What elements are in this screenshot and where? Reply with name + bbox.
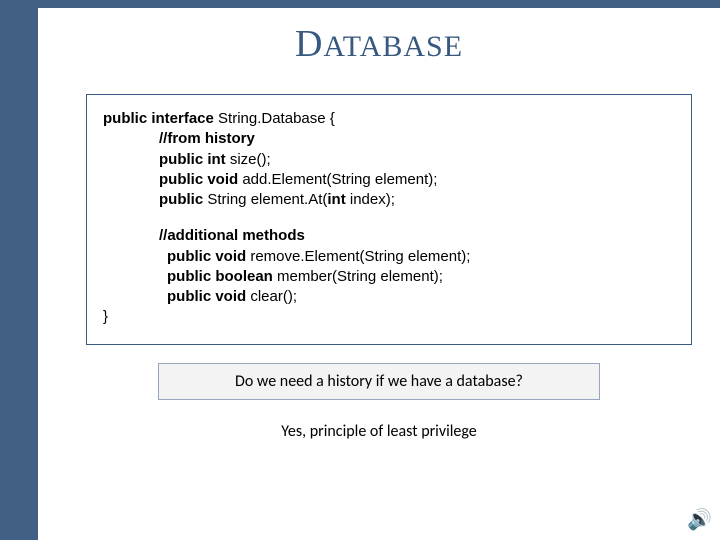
slide-stage: DATABASE public interface String.Databas… bbox=[38, 8, 720, 540]
code-line: public int size(); bbox=[103, 150, 675, 170]
slide-title: DATABASE bbox=[38, 22, 720, 66]
top-stripe bbox=[0, 0, 720, 8]
code-box: public interface String.Database { //fro… bbox=[86, 94, 692, 345]
title-rest: ATABASE bbox=[323, 30, 463, 63]
answer-text: Yes, principle of least privilege bbox=[99, 416, 659, 447]
speaker-icon: 🔊 bbox=[687, 507, 712, 532]
title-first-letter: D bbox=[295, 23, 323, 65]
code-line: //additional methods bbox=[103, 226, 675, 246]
code-line: } bbox=[103, 307, 675, 327]
code-line: public interface String.Database { bbox=[103, 109, 675, 129]
code-line: public void add.Element(String element); bbox=[103, 170, 675, 190]
code-line: public void clear(); bbox=[103, 287, 675, 307]
code-line: public String element.At(int index); bbox=[103, 190, 675, 210]
code-line: public boolean member(String element); bbox=[103, 267, 675, 287]
blank-line bbox=[103, 210, 675, 226]
side-stripe bbox=[0, 0, 38, 540]
question-callout: Do we need a history if we have a databa… bbox=[158, 363, 600, 400]
code-line: public void remove.Element(String elemen… bbox=[103, 247, 675, 267]
code-line: //from history bbox=[103, 129, 675, 149]
